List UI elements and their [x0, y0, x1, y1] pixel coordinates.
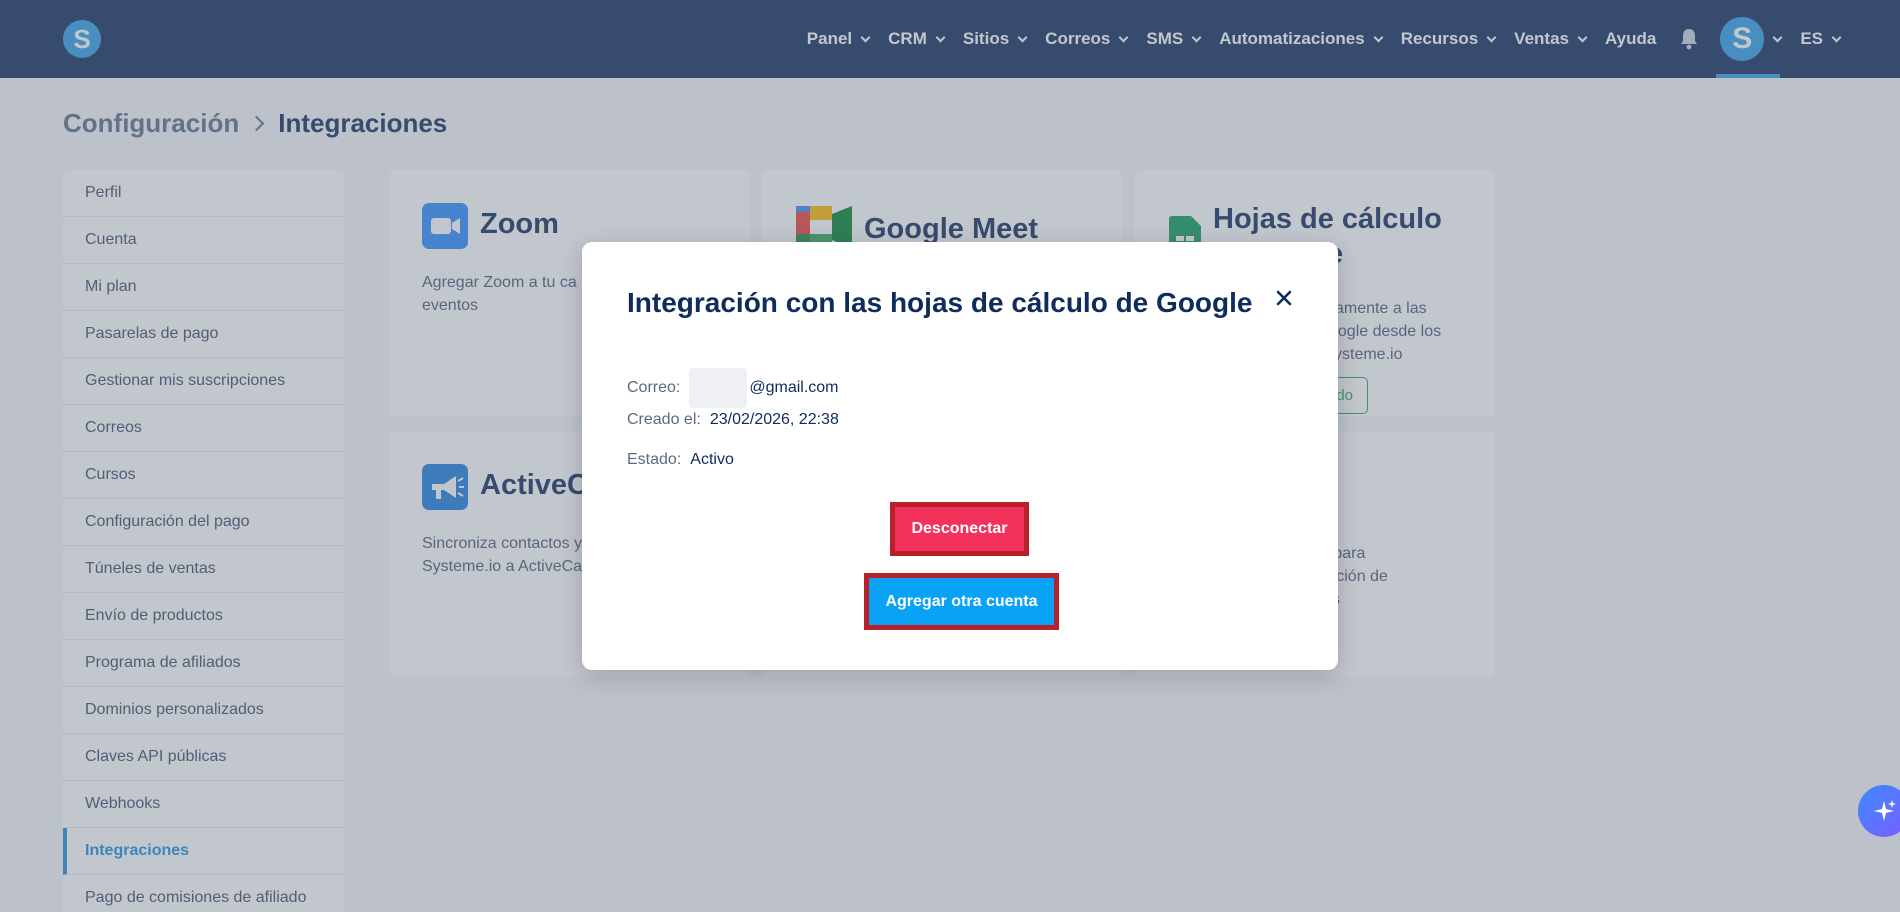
add-another-account-button[interactable]: Agregar otra cuenta: [864, 573, 1059, 630]
disconnect-button[interactable]: Desconectar: [890, 502, 1029, 556]
close-icon[interactable]: [1272, 286, 1296, 310]
status-row: Estado: Activo: [627, 451, 734, 469]
email-row: Correo: @gmail.com: [627, 368, 839, 408]
created-label: Creado el:: [627, 411, 701, 428]
created-row: Creado el: 23/02/2026, 22:38: [627, 411, 839, 429]
status-value: Activo: [690, 451, 734, 468]
email-value: @gmail.com: [749, 379, 839, 396]
status-label: Estado:: [627, 451, 682, 468]
redacted-email-prefix: [689, 368, 748, 408]
modal-title: Integración con las hojas de cálculo de …: [627, 287, 1253, 318]
created-value: 23/02/2026, 22:38: [709, 411, 839, 428]
sparkle-icon: [1874, 800, 1896, 821]
email-label: Correo:: [627, 379, 681, 396]
google-sheets-integration-modal: Integración con las hojas de cálculo de …: [582, 242, 1338, 670]
